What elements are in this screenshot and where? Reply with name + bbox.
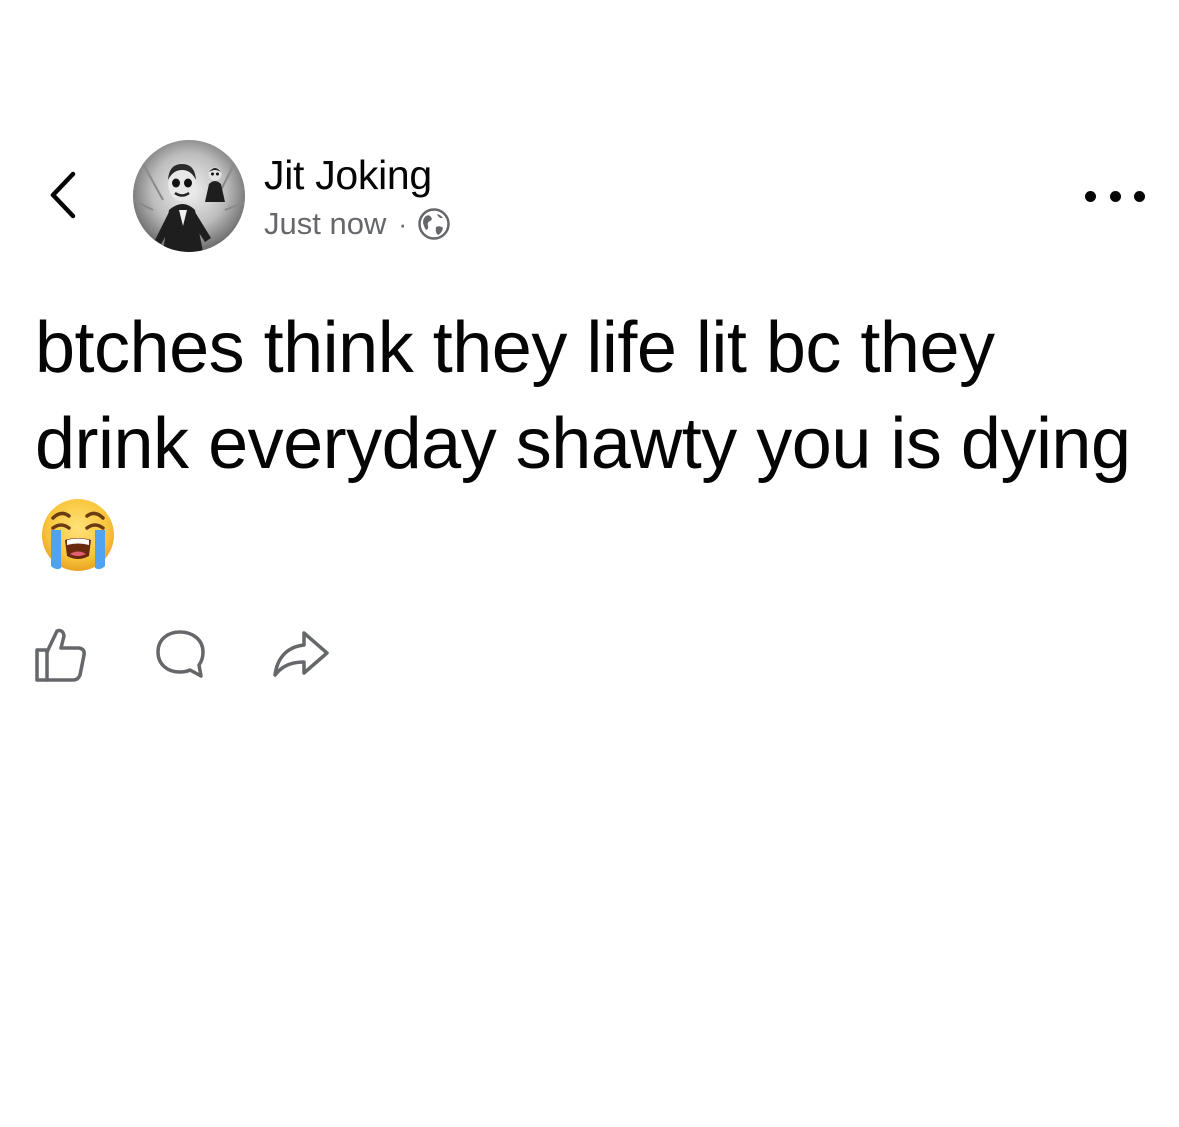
post-text: btches think they life lit bc they drink… <box>35 308 1131 484</box>
avatar[interactable] <box>133 140 245 252</box>
thumbs-up-icon <box>35 628 86 682</box>
comment-bubble-icon <box>156 630 205 678</box>
more-options-button[interactable] <box>1085 182 1145 210</box>
chevron-left-icon <box>50 171 76 219</box>
more-horizontal-icon <box>1085 190 1096 202</box>
like-button[interactable] <box>33 625 89 683</box>
loudly-crying-face-emoji <box>42 499 114 571</box>
comment-button[interactable] <box>153 625 209 683</box>
back-button[interactable] <box>40 160 90 230</box>
avatar-image <box>133 140 245 252</box>
more-horizontal-icon-dot <box>1134 190 1145 202</box>
meta-separator: · <box>398 208 408 239</box>
post-meta: Just now · <box>264 204 451 244</box>
globe-icon <box>418 208 450 240</box>
author-name[interactable]: Jit Joking <box>264 152 432 199</box>
share-arrow-icon <box>273 631 329 677</box>
post-timestamp[interactable]: Just now <box>264 206 386 242</box>
share-button[interactable] <box>271 625 329 683</box>
post-header: Jit Joking Just now · <box>0 130 1179 260</box>
more-horizontal-icon-dot <box>1109 190 1121 202</box>
post-content: btches think they life lit bc they drink… <box>35 300 1145 588</box>
